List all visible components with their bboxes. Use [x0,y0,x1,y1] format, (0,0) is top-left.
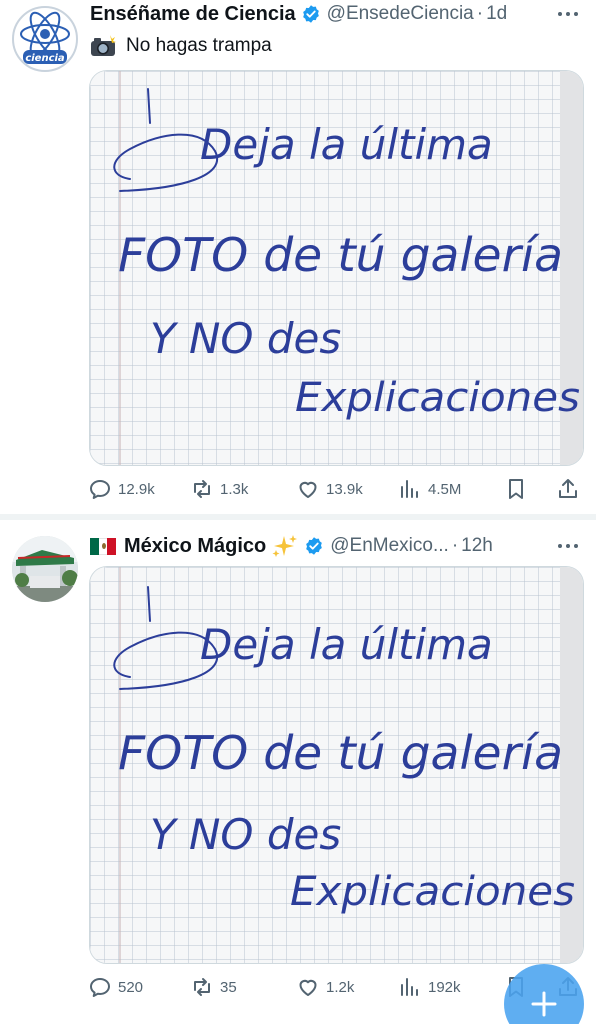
retweet-count: 1.3k [220,480,249,498]
tweet-text-content: No hagas trampa [126,35,272,56]
author-handle[interactable]: @EnsedeCiencia [327,3,474,25]
note-line-3: Y NO des [150,810,341,859]
like-button[interactable]: 1.2k [296,972,354,1002]
note-line-2: FOTO de tú galería [118,228,563,282]
handwritten-note-image: Deja la última FOTO de tú galería Y NO d… [90,71,583,465]
retweet-count: 35 [220,978,237,996]
timestamp[interactable]: 12h [461,535,493,557]
note-line-3: Y NO des [150,314,341,363]
separator-dot: · [476,3,484,24]
views-button[interactable]: 4.5M [398,474,461,504]
reply-icon [90,480,110,499]
avatar[interactable] [12,536,78,602]
photo-avatar-icon [12,536,78,602]
retweet-icon [194,978,210,996]
author-name[interactable]: México Mágico [124,535,266,558]
like-count: 1.2k [326,978,355,996]
tweet-header: México Mágico @EnMexico... · 12h [90,532,582,560]
views-button[interactable]: 192k [398,972,461,1002]
tweet-actions: 12.9k 1.3k 13.9k 4.5M [88,474,588,504]
note-line-1: Deja la última [200,120,493,169]
reply-count: 520 [118,978,144,996]
timestamp[interactable]: 1d [486,3,507,25]
handwritten-note-image: Deja la última FOTO de tú galería Y NO d… [90,567,583,963]
more-icon[interactable] [554,536,582,556]
tweet-card[interactable]: ciencia Enséñame de Ciencia @EnsedeCienc… [0,0,596,514]
views-icon [401,480,418,498]
more-icon[interactable] [554,4,582,24]
note-line-1: Deja la última [200,620,493,669]
views-icon [401,978,418,996]
bookmark-icon [509,479,523,499]
tweet-image[interactable]: Deja la última FOTO de tú galería Y NO d… [89,70,584,466]
like-button[interactable]: 13.9k [296,474,363,504]
verified-icon [306,537,323,555]
like-count: 13.9k [326,480,363,498]
separator-dot: · [451,535,459,556]
retweet-button[interactable]: 35 [190,972,237,1002]
retweet-button[interactable]: 1.3k [190,474,248,504]
verified-icon [302,5,319,23]
avatar-logo-text: ciencia [25,53,65,64]
reply-button[interactable]: 520 [88,972,143,1002]
view-count: 4.5M [428,480,462,498]
reply-count: 12.9k [118,480,155,498]
view-count: 192k [428,978,461,996]
retweet-icon [194,480,210,498]
like-icon [299,979,317,996]
mexico-flag-icon [90,537,116,555]
tweet-image[interactable]: Deja la última FOTO de tú galería Y NO d… [89,566,584,964]
tweet-text: No hagas trampa [90,33,272,59]
sparkles-icon [272,535,298,557]
share-button[interactable] [556,474,586,504]
camera-flash-emoji-icon [91,35,116,56]
compose-plus-icon [531,991,557,1017]
author-handle[interactable]: @EnMexico... [330,535,449,557]
science-atom-logo-icon: ciencia [15,9,75,69]
note-line-2: FOTO de tú galería [118,726,563,780]
share-icon [559,479,577,498]
reply-icon [90,978,110,997]
like-icon [299,481,317,498]
tweet-card[interactable]: México Mágico @EnMexico... · 12h Deja la… [0,520,596,1024]
reply-button[interactable]: 12.9k [88,474,155,504]
tweet-header: Enséñame de Ciencia @EnsedeCiencia · 1d [90,0,582,28]
author-name[interactable]: Enséñame de Ciencia [90,3,296,26]
bookmark-button[interactable] [504,474,534,504]
note-line-4: Explicaciones [295,375,580,421]
note-line-4: Explicaciones [290,869,575,915]
avatar[interactable]: ciencia [12,6,78,72]
